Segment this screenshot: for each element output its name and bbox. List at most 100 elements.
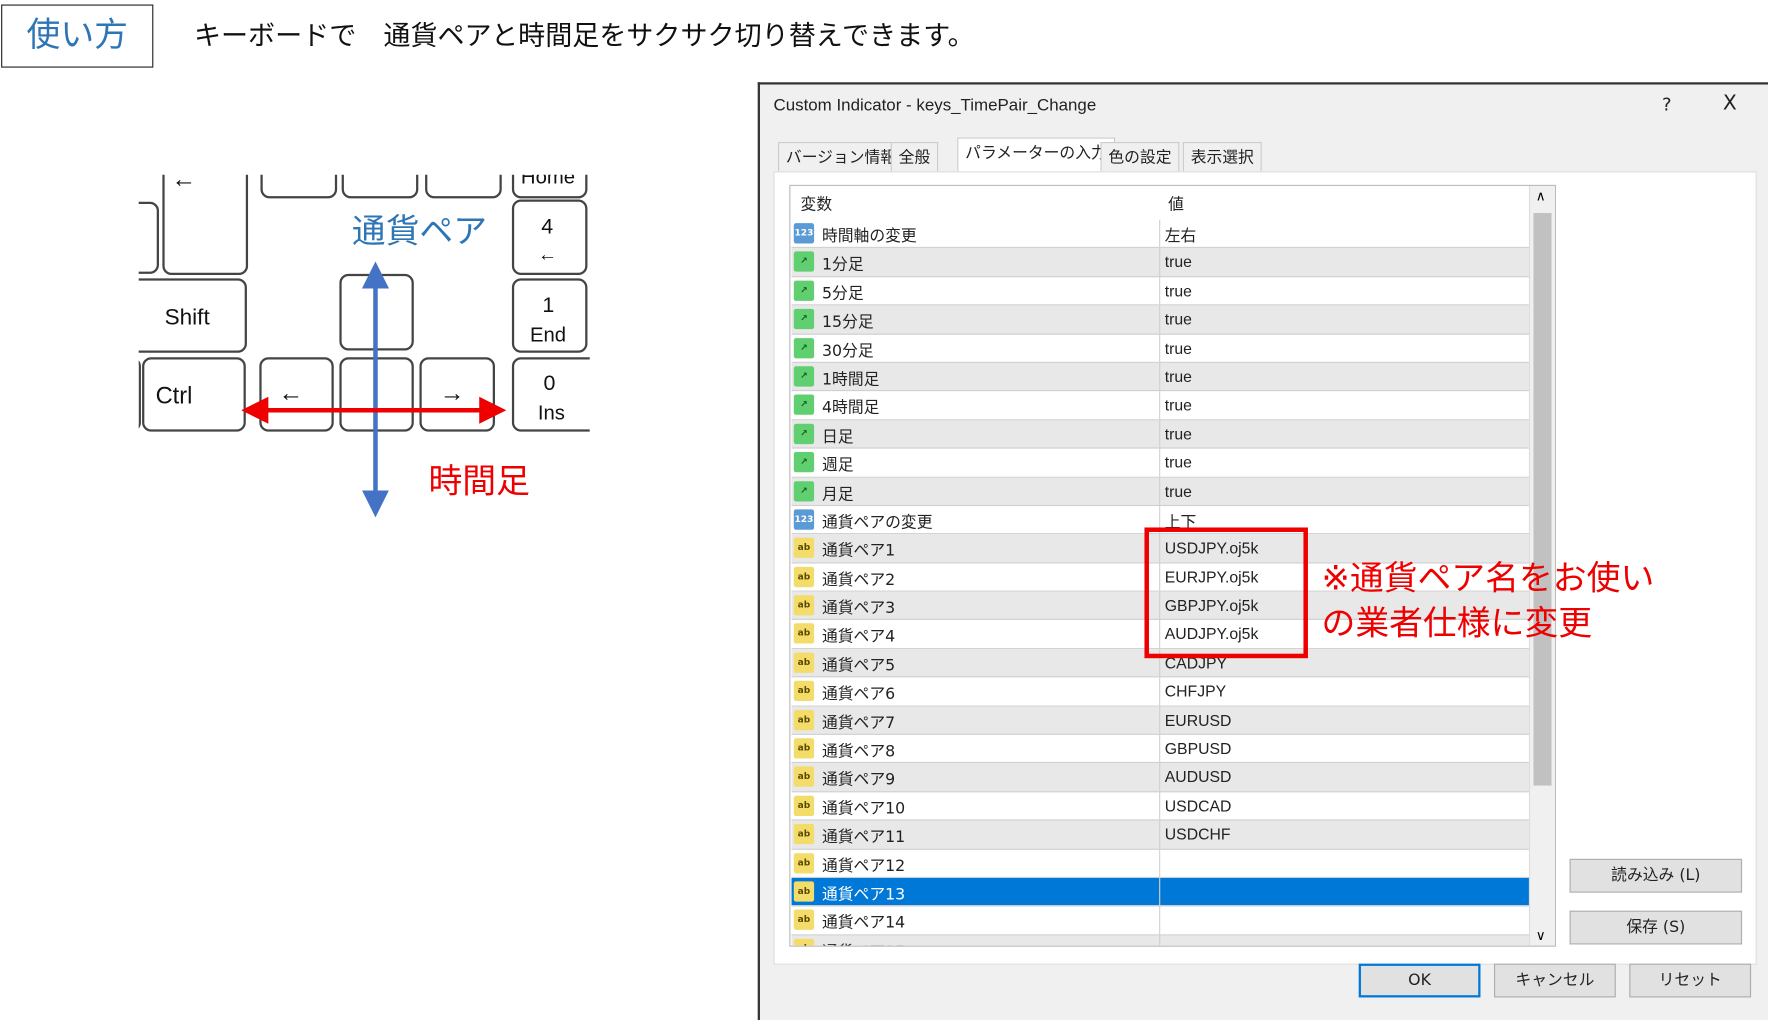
table-row[interactable]: ↗ 30分足 true — [791, 334, 1529, 363]
variable-value[interactable]: true — [1165, 396, 1192, 414]
boolean-icon: ↗ — [793, 394, 815, 416]
table-row[interactable]: ↗ 日足 true — [791, 420, 1529, 449]
tab-version[interactable]: バージョン情報 — [778, 142, 904, 172]
column-header-variable[interactable]: 変数 — [801, 193, 833, 216]
string-icon: ab — [793, 766, 815, 788]
table-row[interactable]: ab 通貨ペア13 — [791, 877, 1529, 907]
boolean-icon: ↗ — [793, 452, 815, 473]
variable-name: 通貨ペア14 — [821, 914, 906, 933]
variable-name: 通貨ペア12 — [821, 857, 906, 876]
variable-name: 通貨ペア2 — [821, 571, 896, 590]
cancel-button[interactable]: キャンセル — [1494, 963, 1616, 998]
annotation-note: ※通貨ペア名をお使い の業者仕様に変更 — [1321, 557, 1654, 647]
table-row[interactable]: ↗ 1分足 true — [791, 248, 1529, 277]
variable-value[interactable]: USDCAD — [1165, 797, 1232, 815]
table-row[interactable]: ↗ 月足 true — [791, 477, 1529, 506]
variable-value[interactable]: USDCHF — [1165, 825, 1231, 843]
table-row[interactable]: ↗ 5分足 true — [791, 276, 1529, 306]
table-row[interactable]: ab 通貨ペア9 AUDUSD — [791, 763, 1529, 793]
string-icon: ab — [793, 909, 815, 931]
table-row[interactable]: ab 通貨ペア8 GBPUSD — [791, 734, 1529, 764]
key — [425, 174, 502, 199]
table-row[interactable]: 123 時間軸の変更 左右 — [791, 219, 1529, 249]
table-row[interactable]: ab 通貨ペア10 USDCAD — [791, 792, 1529, 821]
column-divider — [1159, 334, 1161, 362]
table-row[interactable]: ab 通貨ペア6 CHFJPY — [791, 677, 1529, 707]
table-row[interactable]: ↗ 週足 true — [791, 448, 1529, 478]
column-divider — [1159, 935, 1161, 946]
boolean-icon: ↗ — [793, 480, 815, 501]
close-button[interactable]: X — [1723, 91, 1737, 115]
tab-parameters[interactable]: パラメーターの入力 — [957, 137, 1115, 173]
svg-text:Shift: Shift — [165, 305, 211, 330]
variable-value[interactable]: EURUSD — [1165, 711, 1232, 729]
variable-value[interactable]: true — [1165, 253, 1192, 271]
table-row[interactable]: ab 通貨ペア11 USDCHF — [791, 820, 1529, 850]
variable-value[interactable]: GBPUSD — [1165, 739, 1232, 757]
column-header-value[interactable]: 値 — [1168, 193, 1184, 216]
variable-value[interactable]: true — [1165, 367, 1192, 385]
tab-visualization[interactable]: 表示選択 — [1182, 142, 1262, 172]
table-row[interactable]: ↗ 15分足 true — [791, 305, 1529, 335]
svg-text:←: ← — [279, 380, 304, 407]
column-divider — [1159, 248, 1161, 276]
variable-name: 通貨ペア1 — [821, 542, 896, 561]
variable-name: 4時間足 — [821, 399, 880, 418]
timeframe-label: 時間足 — [428, 462, 529, 501]
key — [341, 174, 419, 199]
table-row[interactable]: ↗ 4時間足 true — [791, 391, 1529, 421]
variable-value[interactable]: true — [1165, 425, 1192, 443]
variable-value[interactable]: AUDUSD — [1165, 768, 1232, 786]
string-icon: ab — [793, 881, 815, 902]
string-icon: ab — [793, 852, 815, 874]
help-button[interactable]: ? — [1662, 94, 1672, 115]
reset-button[interactable]: リセット — [1629, 963, 1752, 998]
key-home — [511, 174, 588, 199]
scrollbar-thumb[interactable] — [1533, 213, 1552, 786]
svg-text:→: → — [440, 380, 465, 407]
tab-general[interactable]: 全般 — [890, 142, 939, 172]
column-divider — [1159, 391, 1161, 419]
column-divider — [1159, 276, 1161, 305]
load-button[interactable]: 読み込み (L) — [1569, 858, 1743, 893]
table-row[interactable]: ab 通貨ペア7 EURUSD — [791, 706, 1529, 735]
table-row[interactable]: ab 通貨ペア14 — [791, 906, 1529, 936]
variable-value[interactable]: 左右 — [1165, 224, 1197, 247]
variable-value[interactable]: true — [1165, 482, 1192, 500]
table-row[interactable]: ↗ 1時間足 true — [791, 362, 1529, 392]
column-divider — [1159, 763, 1161, 791]
variable-name: 月足 — [821, 485, 854, 504]
table-row[interactable]: ab 通貨ペア15 — [791, 935, 1529, 946]
column-divider — [1159, 448, 1161, 477]
variable-value[interactable]: CHFJPY — [1165, 682, 1226, 700]
string-icon: ab — [793, 623, 815, 645]
variable-value[interactable]: true — [1165, 339, 1192, 357]
string-icon: ab — [793, 537, 815, 559]
variable-value[interactable]: true — [1165, 282, 1192, 300]
variable-name: 通貨ペア3 — [821, 599, 896, 618]
svg-text:Ctrl: Ctrl — [156, 383, 193, 409]
ok-button[interactable]: OK — [1358, 963, 1481, 998]
save-button[interactable]: 保存 (S) — [1569, 910, 1743, 945]
tab-colors[interactable]: 色の設定 — [1100, 142, 1180, 172]
boolean-icon: ↗ — [793, 337, 815, 358]
svg-text:←: ← — [538, 244, 557, 265]
column-divider — [1159, 305, 1161, 334]
scroll-up-icon[interactable]: ∧ — [1536, 188, 1546, 204]
variable-name: 日足 — [821, 427, 854, 447]
string-icon: ab — [793, 681, 815, 702]
variable-value[interactable]: true — [1165, 453, 1192, 471]
variable-value[interactable]: true — [1165, 310, 1192, 328]
variable-name: 通貨ペア10 — [821, 799, 906, 819]
boolean-icon: ↗ — [793, 423, 815, 444]
scroll-down-icon[interactable]: ∨ — [1536, 928, 1546, 944]
column-divider — [1159, 706, 1161, 734]
variable-name: 通貨ペア7 — [821, 714, 896, 733]
boolean-icon: ↗ — [793, 366, 815, 387]
key-enter — [162, 174, 249, 276]
column-divider — [1159, 362, 1161, 391]
variable-name: 通貨ペア6 — [821, 685, 896, 704]
svg-text:Ins: Ins — [538, 402, 565, 424]
table-row[interactable]: ab 通貨ペア12 — [791, 849, 1529, 878]
boolean-icon: ↗ — [793, 251, 815, 273]
